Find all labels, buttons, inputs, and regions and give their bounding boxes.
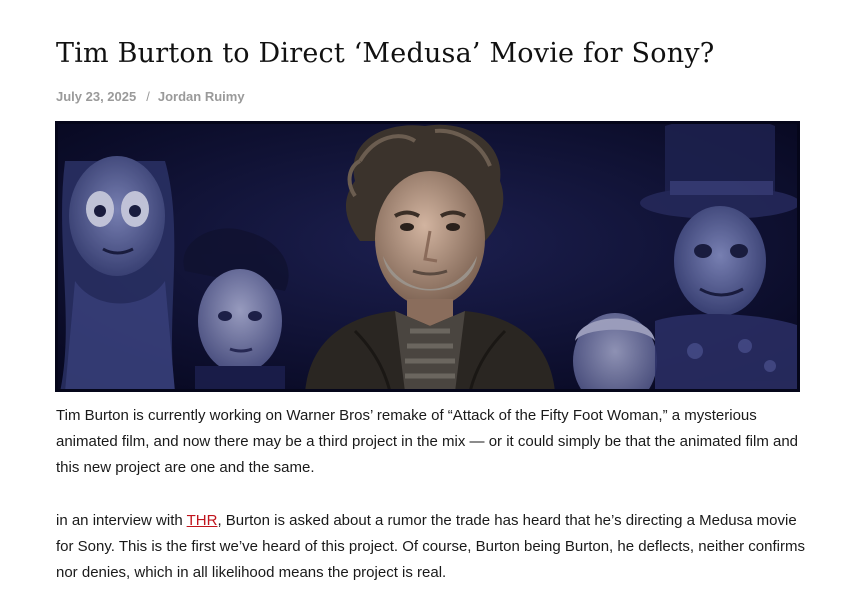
hero-image bbox=[55, 121, 800, 392]
post-date-link[interactable]: July 23, 2025 bbox=[56, 89, 136, 104]
author-link[interactable]: Jordan Ruimy bbox=[158, 89, 245, 104]
article: Tim Burton to Direct ‘Medusa’ Movie for … bbox=[0, 0, 858, 593]
meta-separator: / bbox=[146, 89, 150, 104]
article-title: Tim Burton to Direct ‘Medusa’ Movie for … bbox=[56, 38, 715, 69]
article-paragraph-1: Tim Burton is currently working on Warne… bbox=[56, 407, 799, 476]
paragraph-2-lead: in an interview with bbox=[56, 512, 187, 529]
thr-source-link[interactable]: THR bbox=[187, 512, 218, 529]
article-meta: July 23, 2025 / Jordan Ruimy bbox=[56, 89, 245, 104]
article-paragraph-2: in an interview with THR, Burton is aske… bbox=[56, 508, 806, 586]
portrait-collage-image bbox=[55, 121, 800, 392]
